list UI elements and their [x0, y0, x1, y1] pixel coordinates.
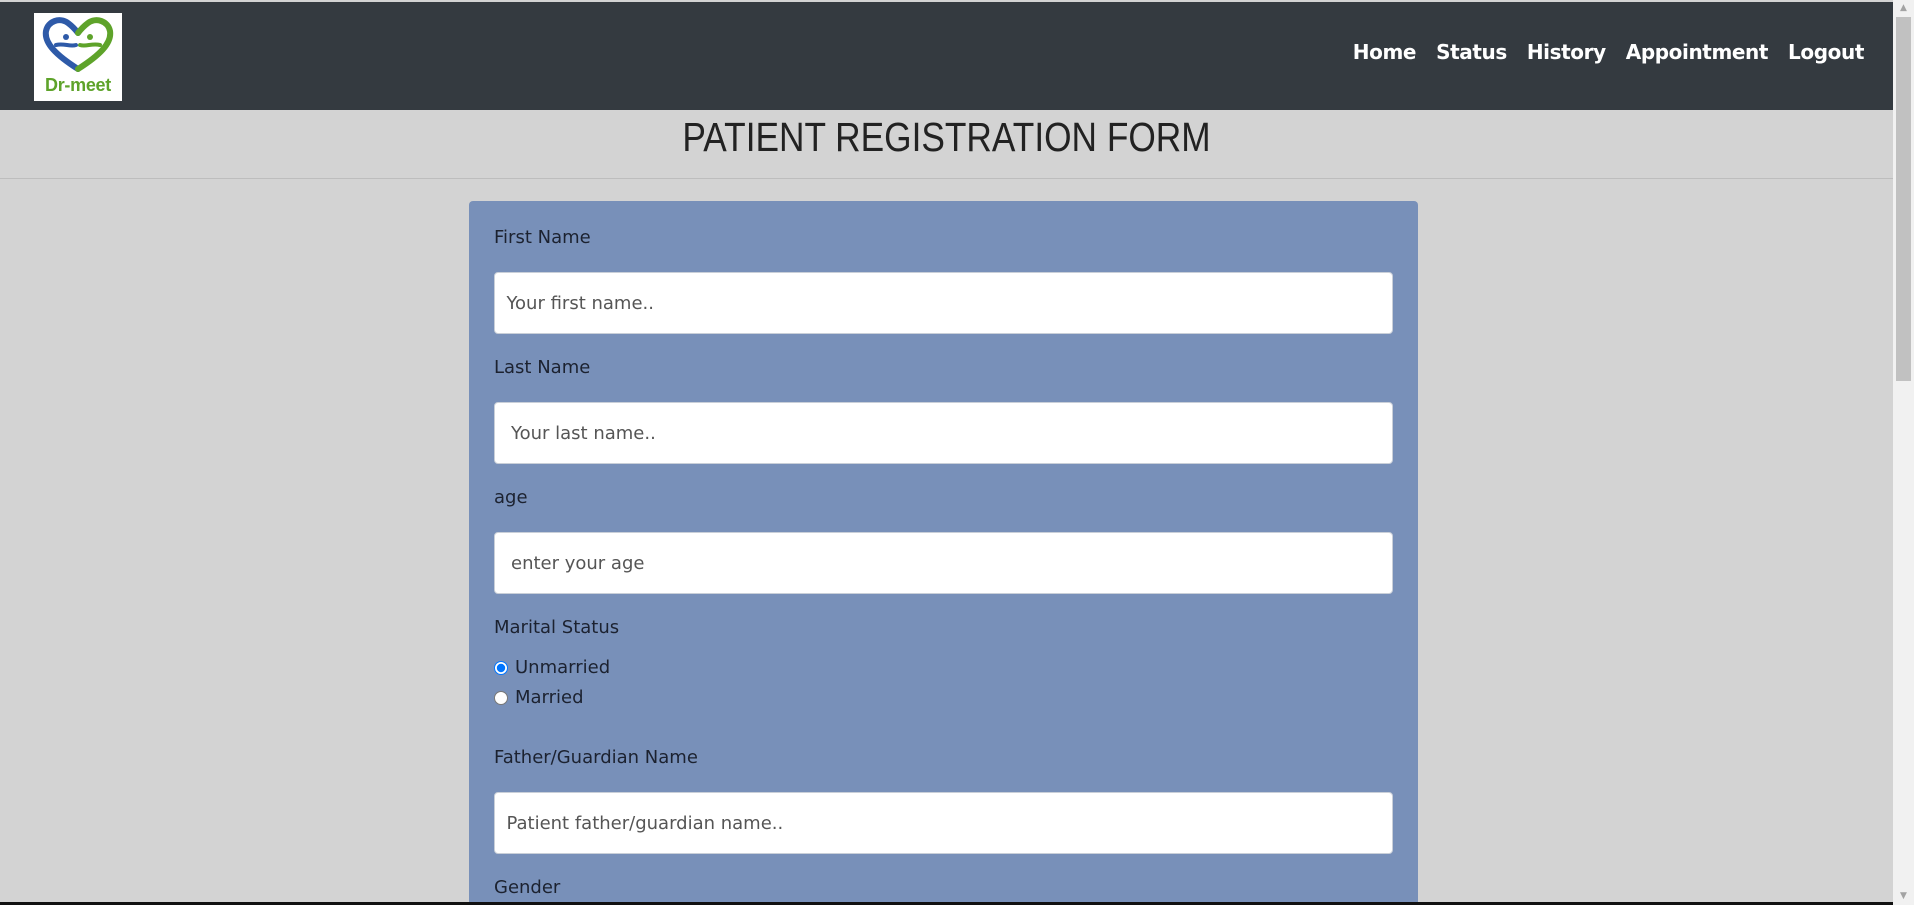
nav-history[interactable]: History [1527, 40, 1606, 64]
unmarried-label: Unmarried [515, 657, 611, 678]
marital-option-married[interactable]: Married [494, 687, 584, 708]
vertical-scrollbar[interactable]: ▲ ▼ [1893, 0, 1914, 905]
married-radio[interactable] [494, 690, 508, 705]
nav-logout[interactable]: Logout [1788, 40, 1864, 64]
heart-hands-icon [42, 17, 114, 72]
page-title: PATIENT REGISTRATION FORM [682, 114, 1211, 160]
scrollbar-thumb[interactable] [1896, 17, 1911, 381]
marital-option-unmarried[interactable]: Unmarried [494, 657, 610, 678]
nav-status[interactable]: Status [1436, 40, 1507, 64]
last-name-input[interactable] [494, 402, 1393, 464]
scroll-up-arrow-icon[interactable]: ▲ [1893, 0, 1914, 17]
age-label: age [494, 487, 528, 508]
registration-form: First Name Last Name age Marital Status … [469, 201, 1418, 905]
guardian-name-input[interactable] [494, 792, 1393, 854]
nav-appointment[interactable]: Appointment [1626, 40, 1769, 64]
age-input[interactable] [494, 532, 1393, 594]
unmarried-radio[interactable] [494, 660, 508, 675]
scroll-down-arrow-icon[interactable]: ▼ [1893, 888, 1914, 905]
nav-home[interactable]: Home [1353, 40, 1417, 64]
guardian-name-label: Father/Guardian Name [494, 747, 698, 768]
main-nav: Home Status History Appointment Logout [1353, 40, 1865, 64]
marital-status-label: Marital Status [494, 617, 620, 638]
navbar: Dr-meet Home Status History Appointment … [0, 2, 1893, 110]
last-name-label: Last Name [494, 357, 591, 378]
first-name-input[interactable] [494, 272, 1393, 334]
married-label: Married [515, 687, 584, 708]
page-header: PATIENT REGISTRATION FORM [0, 110, 1893, 179]
brand-logo[interactable]: Dr-meet [34, 13, 122, 101]
gender-label: Gender [494, 877, 561, 898]
brand-name: Dr-meet [45, 75, 111, 95]
first-name-label: First Name [494, 227, 591, 248]
